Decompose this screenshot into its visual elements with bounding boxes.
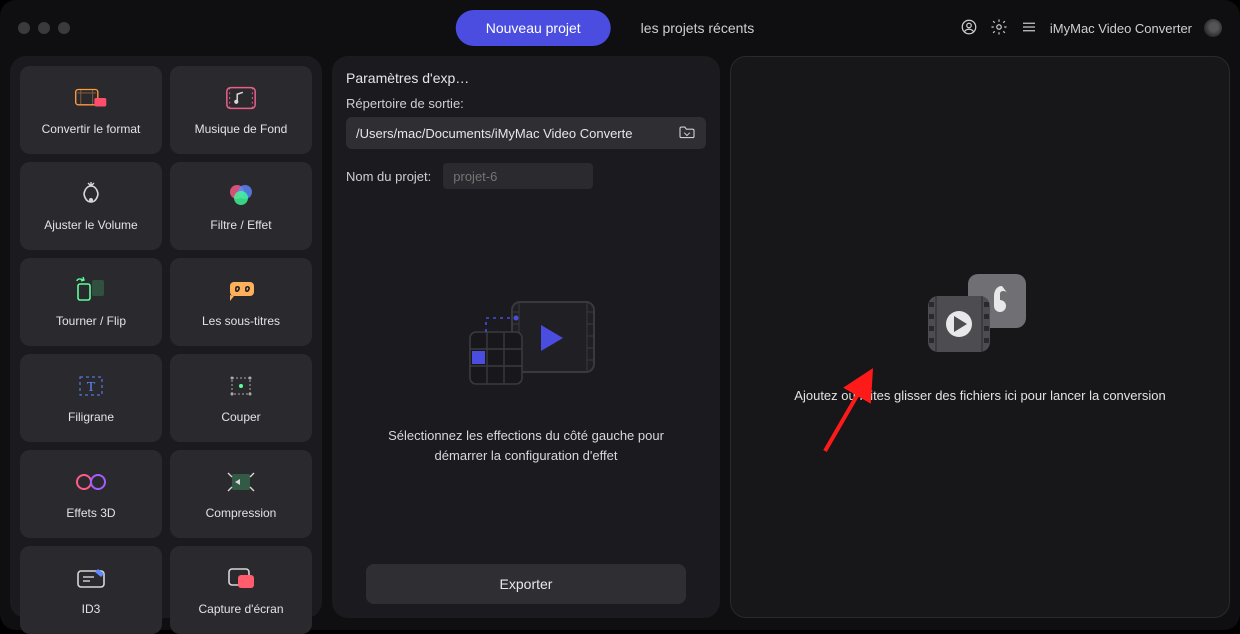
tool-label: Convertir le format (42, 122, 141, 136)
svg-text:T: T (87, 380, 96, 395)
filter-effect-icon (224, 180, 258, 208)
project-name-label: Nom du projet: (346, 169, 431, 184)
export-button[interactable]: Exporter (366, 564, 686, 604)
tool-subtitles[interactable]: Les sous-titres (170, 258, 312, 346)
tool-label: Couper (221, 410, 260, 424)
tool-label: ID3 (82, 602, 101, 616)
effects-3d-icon (74, 468, 108, 496)
tool-screen-capture[interactable]: Capture d'écran (170, 546, 312, 634)
drop-panel[interactable]: Ajoutez ou faites glisser des fichiers i… (730, 56, 1230, 618)
tool-label: Tourner / Flip (56, 314, 126, 328)
close-window-button[interactable] (18, 22, 30, 34)
tool-label: Filtre / Effet (210, 218, 271, 232)
settings-empty-state: Sélectionnez les effections du côté gauc… (346, 189, 706, 564)
watermark-icon: T (74, 372, 108, 400)
settings-empty-caption: Sélectionnez les effections du côté gauc… (376, 426, 676, 465)
folder-open-icon[interactable] (678, 125, 696, 142)
app-title: iMyMac Video Converter (1050, 21, 1192, 36)
tool-compression[interactable]: Compression (170, 450, 312, 538)
project-name-input[interactable] (443, 163, 593, 189)
output-dir-field[interactable]: /Users/mac/Documents/iMyMac Video Conver… (346, 117, 706, 149)
annotation-arrow-icon (819, 367, 879, 457)
tool-cut[interactable]: Couper (170, 354, 312, 442)
settings-heading: Paramètres d'exp… (346, 70, 706, 86)
tool-label: Capture d'écran (198, 602, 283, 616)
output-dir-value: /Users/mac/Documents/iMyMac Video Conver… (356, 126, 670, 141)
rotate-flip-icon (74, 276, 108, 304)
screen-capture-icon (224, 564, 258, 592)
tool-convert-format[interactable]: Convertir le format (20, 66, 162, 154)
tool-label: Les sous-titres (202, 314, 280, 328)
tool-label: Effets 3D (66, 506, 115, 520)
tool-adjust-volume[interactable]: Ajuster le Volume (20, 162, 162, 250)
tool-id3[interactable]: ID3 (20, 546, 162, 634)
titlebar-right: iMyMac Video Converter (960, 18, 1222, 39)
tool-effects-3d[interactable]: Effets 3D (20, 450, 162, 538)
background-music-icon (224, 84, 258, 112)
compression-icon (224, 468, 258, 496)
settings-icon[interactable] (990, 18, 1008, 39)
tab-new-project[interactable]: Nouveau projet (456, 10, 611, 46)
effects-placeholder-icon (456, 288, 596, 408)
adjust-volume-icon (74, 180, 108, 208)
window-controls (18, 22, 70, 34)
tool-filter-effect[interactable]: Filtre / Effet (170, 162, 312, 250)
tool-watermark[interactable]: T Filigrane (20, 354, 162, 442)
drop-caption: Ajoutez ou faites glisser des fichiers i… (754, 388, 1205, 403)
maximize-window-button[interactable] (58, 22, 70, 34)
tab-switch: Nouveau projet les projets récents (456, 10, 785, 46)
tool-label: Compression (206, 506, 277, 520)
account-icon[interactable] (960, 18, 978, 39)
tool-background-music[interactable]: Musique de Fond (170, 66, 312, 154)
output-dir-label: Répertoire de sortie: (346, 96, 706, 111)
brand-badge-icon (1204, 19, 1222, 37)
id3-icon (74, 564, 108, 592)
tool-label: Musique de Fond (195, 122, 288, 136)
minimize-window-button[interactable] (38, 22, 50, 34)
settings-panel: Paramètres d'exp… Répertoire de sortie: … (332, 56, 720, 618)
convert-format-icon (74, 84, 108, 112)
subtitles-icon (224, 276, 258, 304)
content: Convertir le format Musique de Fond (0, 56, 1240, 630)
window: Nouveau projet les projets récents iMyMa… (0, 0, 1240, 630)
sidebar-panel: Convertir le format Musique de Fond (10, 56, 322, 618)
tab-recent-projects[interactable]: les projets récents (611, 10, 785, 46)
tool-rotate-flip[interactable]: Tourner / Flip (20, 258, 162, 346)
titlebar: Nouveau projet les projets récents iMyMa… (0, 0, 1240, 56)
tools-grid: Convertir le format Musique de Fond (20, 66, 312, 608)
tool-label: Filigrane (68, 410, 114, 424)
menu-icon[interactable] (1020, 18, 1038, 39)
tool-label: Ajuster le Volume (44, 218, 137, 232)
drop-media-icon (920, 272, 1040, 358)
cut-icon (224, 372, 258, 400)
